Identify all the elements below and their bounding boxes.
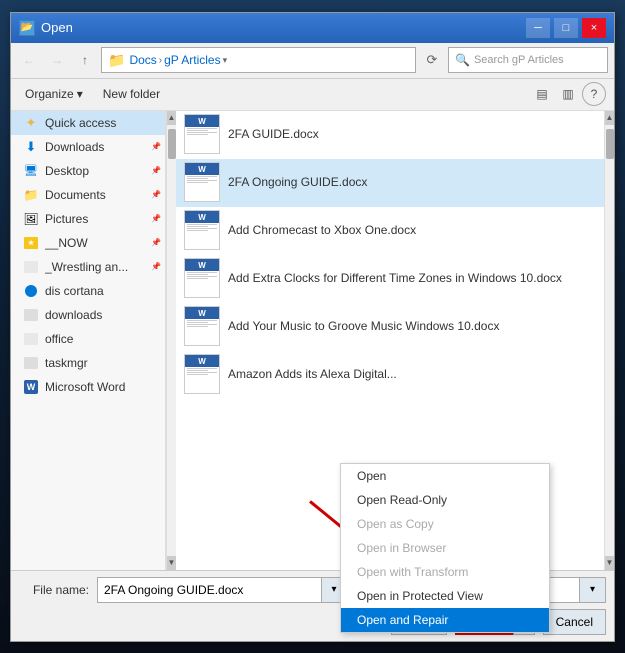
file-icon-2: W — [184, 162, 220, 202]
folder-icon: 📁 — [108, 52, 125, 69]
filelist-scroll-up[interactable]: ▲ — [605, 111, 615, 125]
refresh-button[interactable]: ⟳ — [420, 48, 444, 72]
sidebar-item-pictures[interactable]: 🖼 Pictures 📌 — [11, 207, 165, 231]
breadcrumb-docs[interactable]: Docs — [129, 53, 156, 67]
filename-label: File name: — [19, 583, 89, 597]
forward-button[interactable]: → — [45, 48, 69, 72]
pin-icon: 📌 — [151, 142, 161, 151]
back-button[interactable]: ← — [17, 48, 41, 72]
file-icon: W — [184, 114, 220, 154]
file-item-3[interactable]: W Add Chromecast to Xbox One.docx — [176, 207, 604, 255]
sidebar-scroll-up[interactable]: ▲ — [167, 111, 177, 125]
view-toggle-button[interactable]: ▤ — [530, 82, 554, 106]
filelist-scroll-thumb[interactable] — [606, 129, 614, 159]
minimize-button[interactable]: ─ — [526, 18, 550, 38]
search-placeholder: Search gP Articles — [474, 54, 564, 66]
file-icon-5: W — [184, 306, 220, 346]
sidebar: ✦ Quick access ⬇ Downloads 📌 🖥 Desktop 📌 — [11, 111, 166, 570]
documents-icon: 📁 — [23, 187, 39, 203]
window-controls: ─ □ × — [526, 18, 606, 38]
second-toolbar: Organize ▾ New folder ▤ ▥ ? — [11, 79, 614, 111]
view-controls: ▤ ▥ ? — [530, 82, 606, 106]
file-item-4[interactable]: W Add Extra Clocks for Different Time Zo… — [176, 255, 604, 303]
close-button[interactable]: × — [582, 18, 606, 38]
quick-access-icon: ✦ — [23, 115, 39, 131]
file-item-1[interactable]: W 2FA GUIDE.docx — [176, 111, 604, 159]
file-item-2[interactable]: W 2FA Ongoing GUIDE.docx — [176, 159, 604, 207]
view-split-button[interactable]: ▥ — [556, 82, 580, 106]
file-icon-3: W — [184, 210, 220, 250]
dropdown-item-browser: Open in Browser — [341, 536, 549, 560]
pin-icon-desktop: 📌 — [151, 166, 161, 175]
sidebar-scrollbar: ▲ ▼ — [166, 111, 176, 570]
office-icon — [23, 331, 39, 347]
file-item-5[interactable]: W Add Your Music to Groove Music Windows… — [176, 303, 604, 351]
help-button[interactable]: ? — [582, 82, 606, 106]
dropdown-item-repair[interactable]: Open and Repair — [341, 608, 549, 632]
search-box[interactable]: 🔍 Search gP Articles — [448, 47, 608, 73]
word-icon: W — [23, 379, 39, 395]
nav-toolbar: ← → ↑ 📁 Docs › gP Articles ▾ ⟳ 🔍 Search … — [11, 43, 614, 79]
filelist-scrollbar: ▲ ▼ — [604, 111, 614, 570]
taskmgr-icon — [23, 355, 39, 371]
sidebar-item-wrestling[interactable]: _Wrestling an... 📌 — [11, 255, 165, 279]
sidebar-item-documents[interactable]: 📁 Documents 📌 — [11, 183, 165, 207]
downloads2-icon — [23, 307, 39, 323]
dropdown-item-transform: Open with Transform — [341, 560, 549, 584]
breadcrumb-gp[interactable]: gP Articles — [164, 53, 220, 67]
pin-icon-docs: 📌 — [151, 190, 161, 199]
cortana-icon — [23, 283, 39, 299]
pin-icon-pics: 📌 — [151, 214, 161, 223]
now-icon: ★ — [23, 235, 39, 251]
dropdown-item-protected[interactable]: Open in Protected View — [341, 584, 549, 608]
file-item-6[interactable]: W Amazon Adds its Alexa Digital... — [176, 351, 604, 399]
pin-icon-now: 📌 — [151, 238, 161, 247]
sidebar-item-office[interactable]: office — [11, 327, 165, 351]
desktop-icon: 🖥 — [23, 163, 39, 179]
sidebar-scroll-thumb[interactable] — [168, 129, 176, 159]
dropdown-item-readonly[interactable]: Open Read-Only — [341, 488, 549, 512]
sidebar-item-now[interactable]: ★ __NOW 📌 — [11, 231, 165, 255]
dialog-icon: 📂 — [19, 20, 35, 36]
dialog-title: Open — [41, 20, 526, 35]
open-dialog: 📂 Open ─ □ × ← → ↑ 📁 Docs › gP Articles … — [10, 12, 615, 642]
sidebar-scroll-down[interactable]: ▼ — [167, 556, 177, 570]
up-button[interactable]: ↑ — [73, 48, 97, 72]
pin-icon-wrest: 📌 — [151, 262, 161, 271]
sidebar-item-quick-access[interactable]: ✦ Quick access — [11, 111, 165, 135]
breadcrumb: Docs › gP Articles ▾ — [129, 53, 227, 67]
sidebar-item-cortana[interactable]: dis cortana — [11, 279, 165, 303]
cancel-button[interactable]: Cancel — [543, 609, 606, 635]
sidebar-item-word[interactable]: W Microsoft Word — [11, 375, 165, 399]
sidebar-item-downloads[interactable]: ⬇ Downloads 📌 — [11, 135, 165, 159]
dropdown-item-open[interactable]: Open — [341, 464, 549, 488]
pictures-icon: 🖼 — [23, 211, 39, 227]
dropdown-item-copy: Open as Copy — [341, 512, 549, 536]
address-bar[interactable]: 📁 Docs › gP Articles ▾ — [101, 47, 416, 73]
titlebar: 📂 Open ─ □ × — [11, 13, 614, 43]
downloads-icon: ⬇ — [23, 139, 39, 155]
new-folder-button[interactable]: New folder — [97, 82, 166, 106]
file-icon-4: W — [184, 258, 220, 298]
filename-input[interactable]: 2FA Ongoing GUIDE.docx — [97, 577, 322, 603]
search-icon: 🔍 — [455, 53, 470, 67]
wrestling-icon — [23, 259, 39, 275]
sidebar-item-taskmgr[interactable]: taskmgr — [11, 351, 165, 375]
sidebar-item-downloads2[interactable]: downloads — [11, 303, 165, 327]
organize-button[interactable]: Organize ▾ — [19, 82, 89, 106]
filelist-scroll-down[interactable]: ▼ — [605, 556, 615, 570]
maximize-button[interactable]: □ — [554, 18, 578, 38]
open-dropdown-menu: Open Open Read-Only Open as Copy Open in… — [340, 463, 550, 633]
sidebar-item-desktop[interactable]: 🖥 Desktop 📌 — [11, 159, 165, 183]
filetype-dropdown[interactable]: ▾ — [580, 577, 606, 603]
file-icon-6: W — [184, 354, 220, 394]
